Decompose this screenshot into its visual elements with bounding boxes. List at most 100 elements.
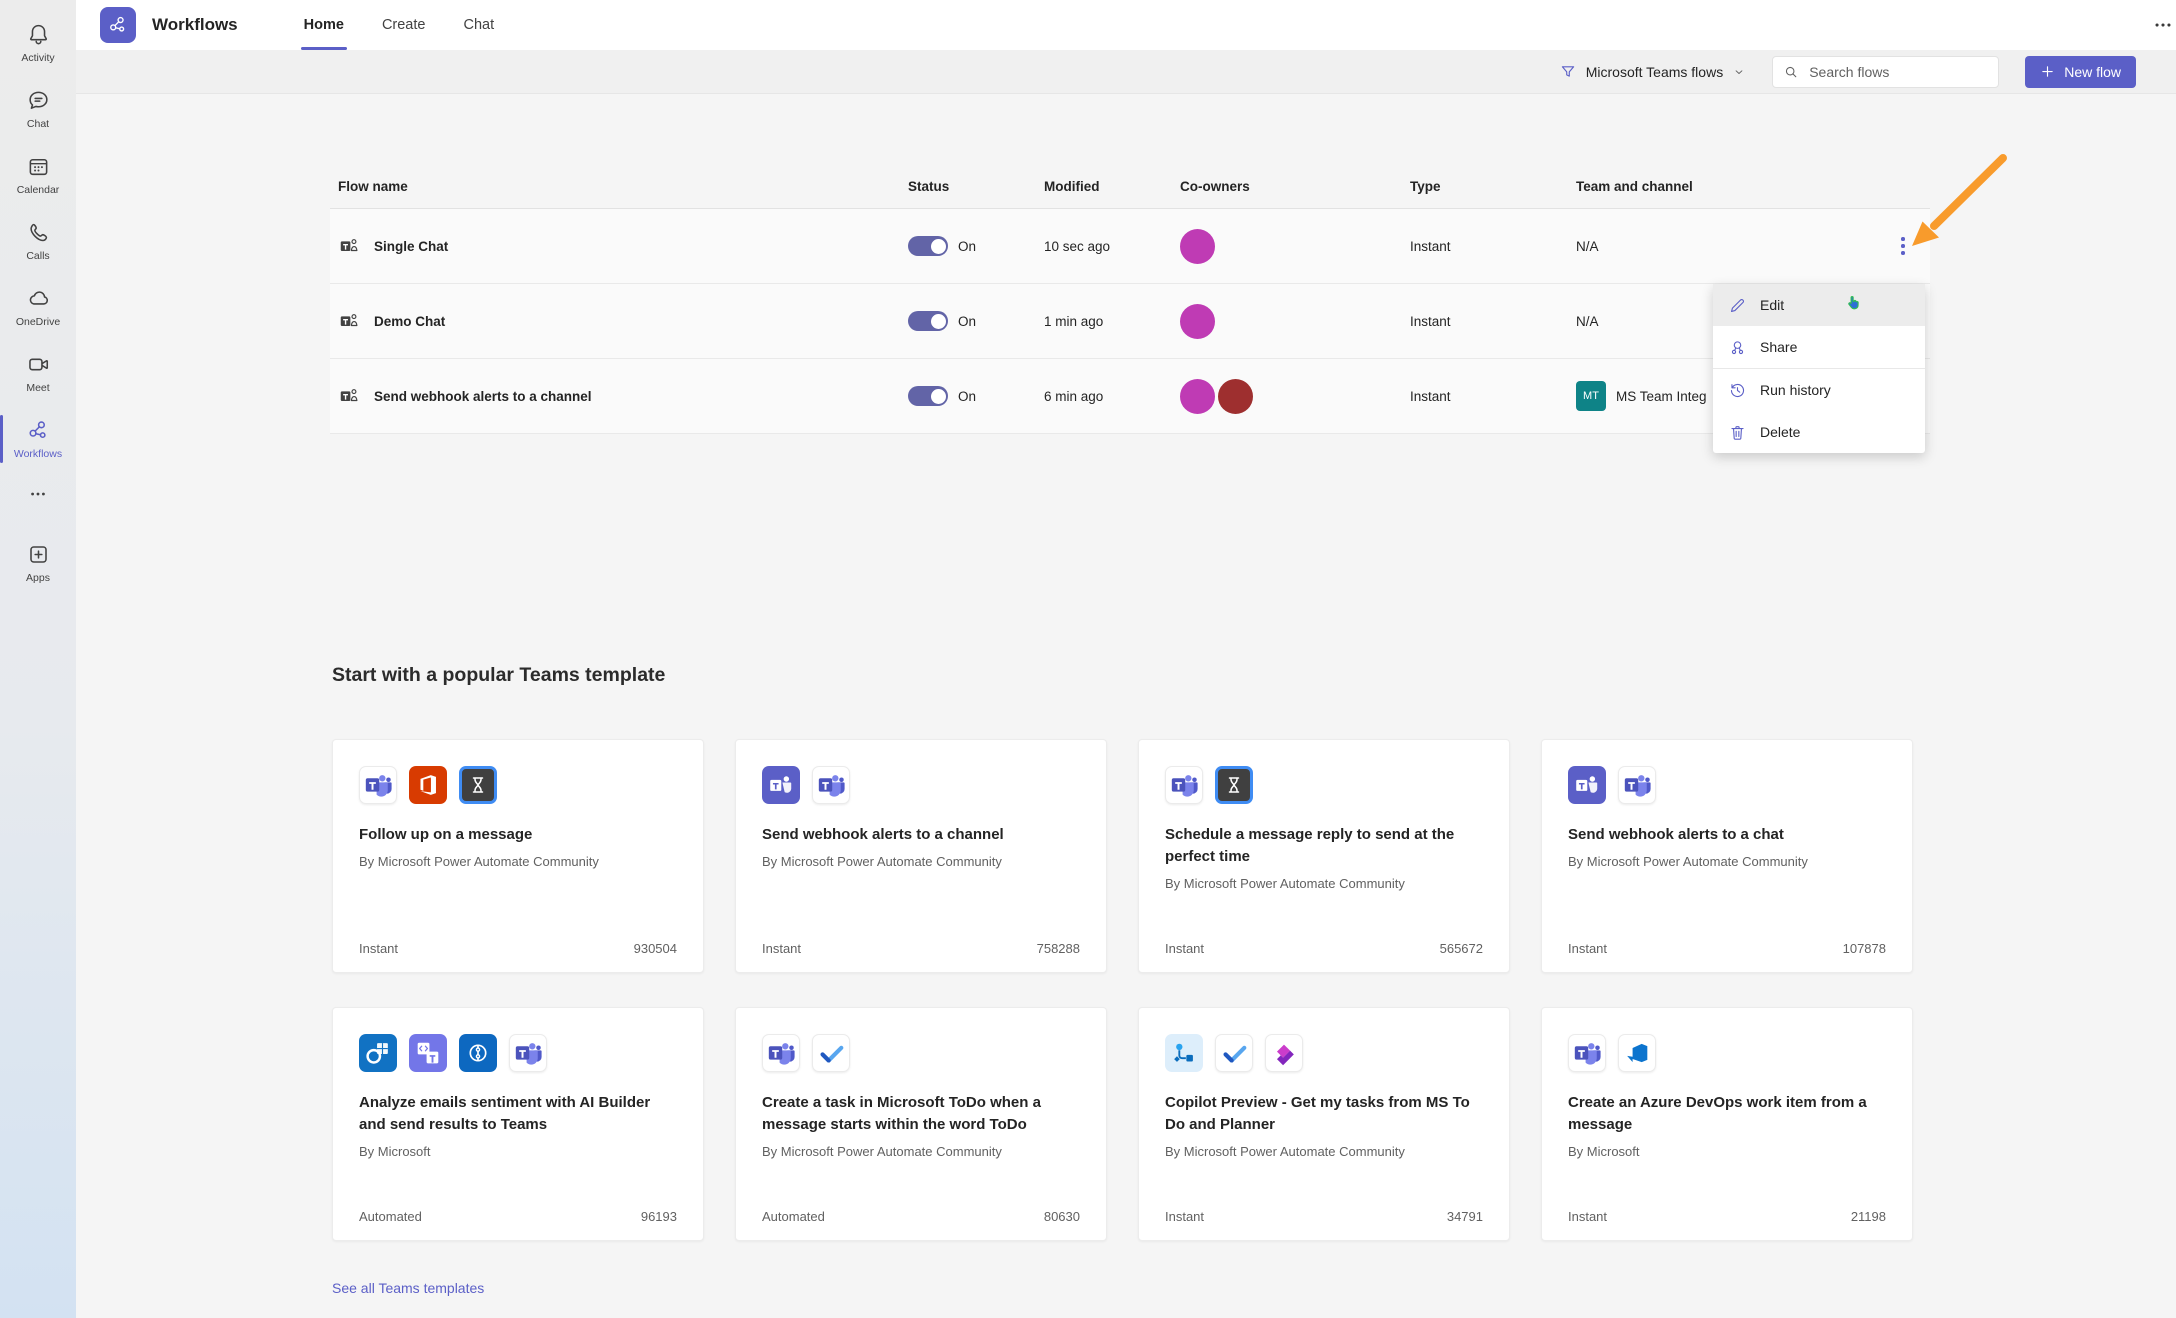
template-byline: By Microsoft Power Automate Community bbox=[762, 1144, 1080, 1159]
plus-icon bbox=[2040, 64, 2055, 79]
teams-icon bbox=[338, 385, 360, 407]
filter-icon bbox=[1559, 63, 1577, 81]
sidebar-item-apps[interactable]: Apps bbox=[0, 530, 76, 596]
row-more-button[interactable] bbox=[1882, 209, 1924, 283]
sidebar-item-calendar[interactable]: Calendar bbox=[0, 142, 76, 208]
menu-item-edit[interactable]: Edit bbox=[1713, 284, 1925, 326]
template-title: Analyze emails sentiment with AI Builder… bbox=[359, 1092, 671, 1136]
template-title: Follow up on a message bbox=[359, 824, 671, 846]
teams-icon bbox=[1165, 766, 1203, 804]
sidebar-more-button[interactable] bbox=[0, 472, 76, 516]
column-header-team: Team and channel bbox=[1576, 179, 1693, 194]
team-cell: N/A bbox=[1576, 209, 1599, 283]
teams-icon bbox=[1618, 766, 1656, 804]
outlook-icon bbox=[359, 1034, 397, 1072]
teams-icon bbox=[359, 766, 397, 804]
table-row[interactable]: Send webhook alerts to a channel On 6 mi… bbox=[330, 359, 1930, 434]
menu-item-delete[interactable]: Delete bbox=[1713, 411, 1925, 453]
template-type: Automated bbox=[762, 1209, 825, 1224]
avatar bbox=[1218, 379, 1253, 414]
type-cell: Instant bbox=[1410, 284, 1451, 358]
coowners-cell bbox=[1180, 284, 1215, 358]
chevron-down-icon bbox=[1732, 65, 1746, 79]
office-icon bbox=[409, 766, 447, 804]
status-label: On bbox=[958, 239, 976, 254]
menu-item-share[interactable]: Share bbox=[1713, 326, 1925, 368]
template-type: Instant bbox=[762, 941, 801, 956]
status-toggle[interactable] bbox=[908, 386, 948, 406]
template-cards-grid: Follow up on a message By Microsoft Powe… bbox=[332, 739, 1913, 1241]
template-title: Create an Azure DevOps work item from a … bbox=[1568, 1092, 1880, 1136]
kebab-menu-icon bbox=[1901, 237, 1905, 255]
teams-icon bbox=[762, 1034, 800, 1072]
coowners-cell bbox=[1180, 359, 1253, 433]
teams-icon bbox=[509, 1034, 547, 1072]
template-card[interactable]: Schedule a message reply to send at the … bbox=[1138, 739, 1510, 973]
sidebar-item-label: Activity bbox=[21, 52, 54, 64]
column-header-flow-name: Flow name bbox=[338, 179, 408, 194]
team-name: MS Team Integ bbox=[1616, 389, 1707, 404]
tab-create[interactable]: Create bbox=[382, 0, 426, 50]
template-card[interactable]: Create an Azure DevOps work item from a … bbox=[1541, 1007, 1913, 1241]
template-card[interactable]: Create a task in Microsoft ToDo when a m… bbox=[735, 1007, 1107, 1241]
hourglass-icon bbox=[459, 766, 497, 804]
template-card[interactable]: Analyze emails sentiment with AI Builder… bbox=[332, 1007, 704, 1241]
row-context-menu: Edit Share Run history Delete bbox=[1713, 284, 1925, 453]
trash-icon bbox=[1728, 423, 1747, 442]
hourglass-icon bbox=[1215, 766, 1253, 804]
sidebar-item-calls[interactable]: Calls bbox=[0, 208, 76, 274]
column-header-status: Status bbox=[908, 179, 949, 194]
pencil-icon bbox=[1728, 296, 1747, 315]
flows-toolbar: Microsoft Teams flows New flow bbox=[76, 50, 2176, 94]
new-flow-button[interactable]: New flow bbox=[2025, 56, 2136, 88]
flows-filter-dropdown[interactable]: Microsoft Teams flows bbox=[1559, 63, 1746, 81]
translator-icon bbox=[409, 1034, 447, 1072]
menu-item-run-history[interactable]: Run history bbox=[1713, 369, 1925, 411]
template-type: Instant bbox=[1568, 941, 1607, 956]
template-byline: By Microsoft Power Automate Community bbox=[1568, 854, 1886, 869]
template-card[interactable]: Send webhook alerts to a chat By Microso… bbox=[1541, 739, 1913, 973]
teams-filled-icon bbox=[1568, 766, 1606, 804]
table-row[interactable]: Demo Chat On 1 min ago Instant N/A bbox=[330, 284, 1930, 359]
team-cell: N/A bbox=[1576, 284, 1599, 358]
status-toggle[interactable] bbox=[908, 311, 948, 331]
page-title: Workflows bbox=[152, 15, 238, 35]
teams-filled-icon bbox=[762, 766, 800, 804]
table-row[interactable]: Single Chat On 10 sec ago Instant N/A bbox=[330, 209, 1930, 284]
header-more-button[interactable] bbox=[2152, 14, 2174, 36]
see-all-templates-link[interactable]: See all Teams templates bbox=[332, 1280, 484, 1296]
team-cell: MT MS Team Integ bbox=[1576, 359, 1707, 433]
main-content: Flow name Status Modified Co-owners Type… bbox=[76, 94, 2176, 1318]
tab-chat[interactable]: Chat bbox=[463, 0, 494, 50]
search-icon bbox=[1783, 64, 1799, 80]
template-type: Instant bbox=[1165, 1209, 1204, 1224]
tab-home[interactable]: Home bbox=[304, 0, 344, 50]
template-byline: By Microsoft Power Automate Community bbox=[1165, 1144, 1483, 1159]
workflow-icon bbox=[107, 14, 129, 36]
flows-table: Flow name Status Modified Co-owners Type… bbox=[330, 160, 1930, 434]
ellipsis-icon bbox=[28, 484, 48, 504]
template-card[interactable]: Send webhook alerts to a channel By Micr… bbox=[735, 739, 1107, 973]
type-cell: Instant bbox=[1410, 209, 1451, 283]
calendar-icon bbox=[26, 154, 51, 179]
sidebar-item-chat[interactable]: Chat bbox=[0, 76, 76, 142]
bell-icon bbox=[26, 22, 51, 47]
template-title: Send webhook alerts to a chat bbox=[1568, 824, 1880, 846]
share-icon bbox=[1728, 338, 1747, 357]
sidebar-item-activity[interactable]: Activity bbox=[0, 10, 76, 76]
power-automate-icon bbox=[1165, 1034, 1203, 1072]
status-toggle[interactable] bbox=[908, 236, 948, 256]
header-tabs: Home Create Chat bbox=[304, 0, 494, 50]
modified-cell: 6 min ago bbox=[1044, 359, 1103, 433]
avatar bbox=[1180, 304, 1215, 339]
template-card[interactable]: Copilot Preview - Get my tasks from MS T… bbox=[1138, 1007, 1510, 1241]
status-cell: On bbox=[908, 209, 976, 283]
search-input[interactable] bbox=[1807, 63, 1988, 81]
template-byline: By Microsoft bbox=[1568, 1144, 1886, 1159]
template-usage-count: 565672 bbox=[1440, 941, 1483, 956]
sidebar-item-meet[interactable]: Meet bbox=[0, 340, 76, 406]
template-card[interactable]: Follow up on a message By Microsoft Powe… bbox=[332, 739, 704, 973]
sidebar-item-onedrive[interactable]: OneDrive bbox=[0, 274, 76, 340]
sidebar-item-workflows[interactable]: Workflows bbox=[0, 406, 76, 472]
video-icon bbox=[26, 352, 51, 377]
